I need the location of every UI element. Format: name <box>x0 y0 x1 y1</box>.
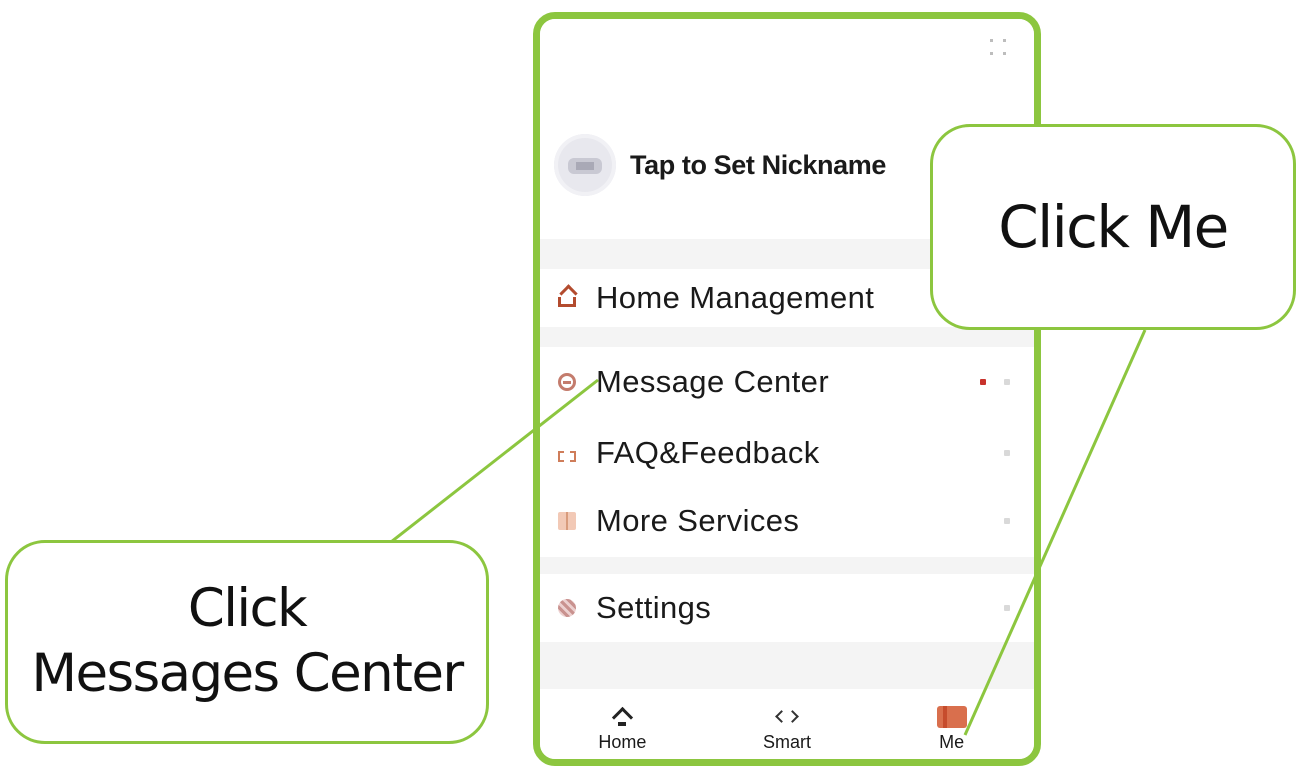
callout-click-me: Click Me <box>930 124 1296 330</box>
callout-click-messages-center: Click Messages Center <box>5 540 489 744</box>
pointer-line-messages <box>367 378 599 562</box>
pointer-line-me <box>963 329 1147 736</box>
callout-line-2: Messages Center <box>31 643 464 704</box>
callout-text: Click Messages Center <box>31 577 464 706</box>
callout-text: Click Me <box>998 192 1229 261</box>
callout-line-1: Click <box>187 578 308 640</box>
